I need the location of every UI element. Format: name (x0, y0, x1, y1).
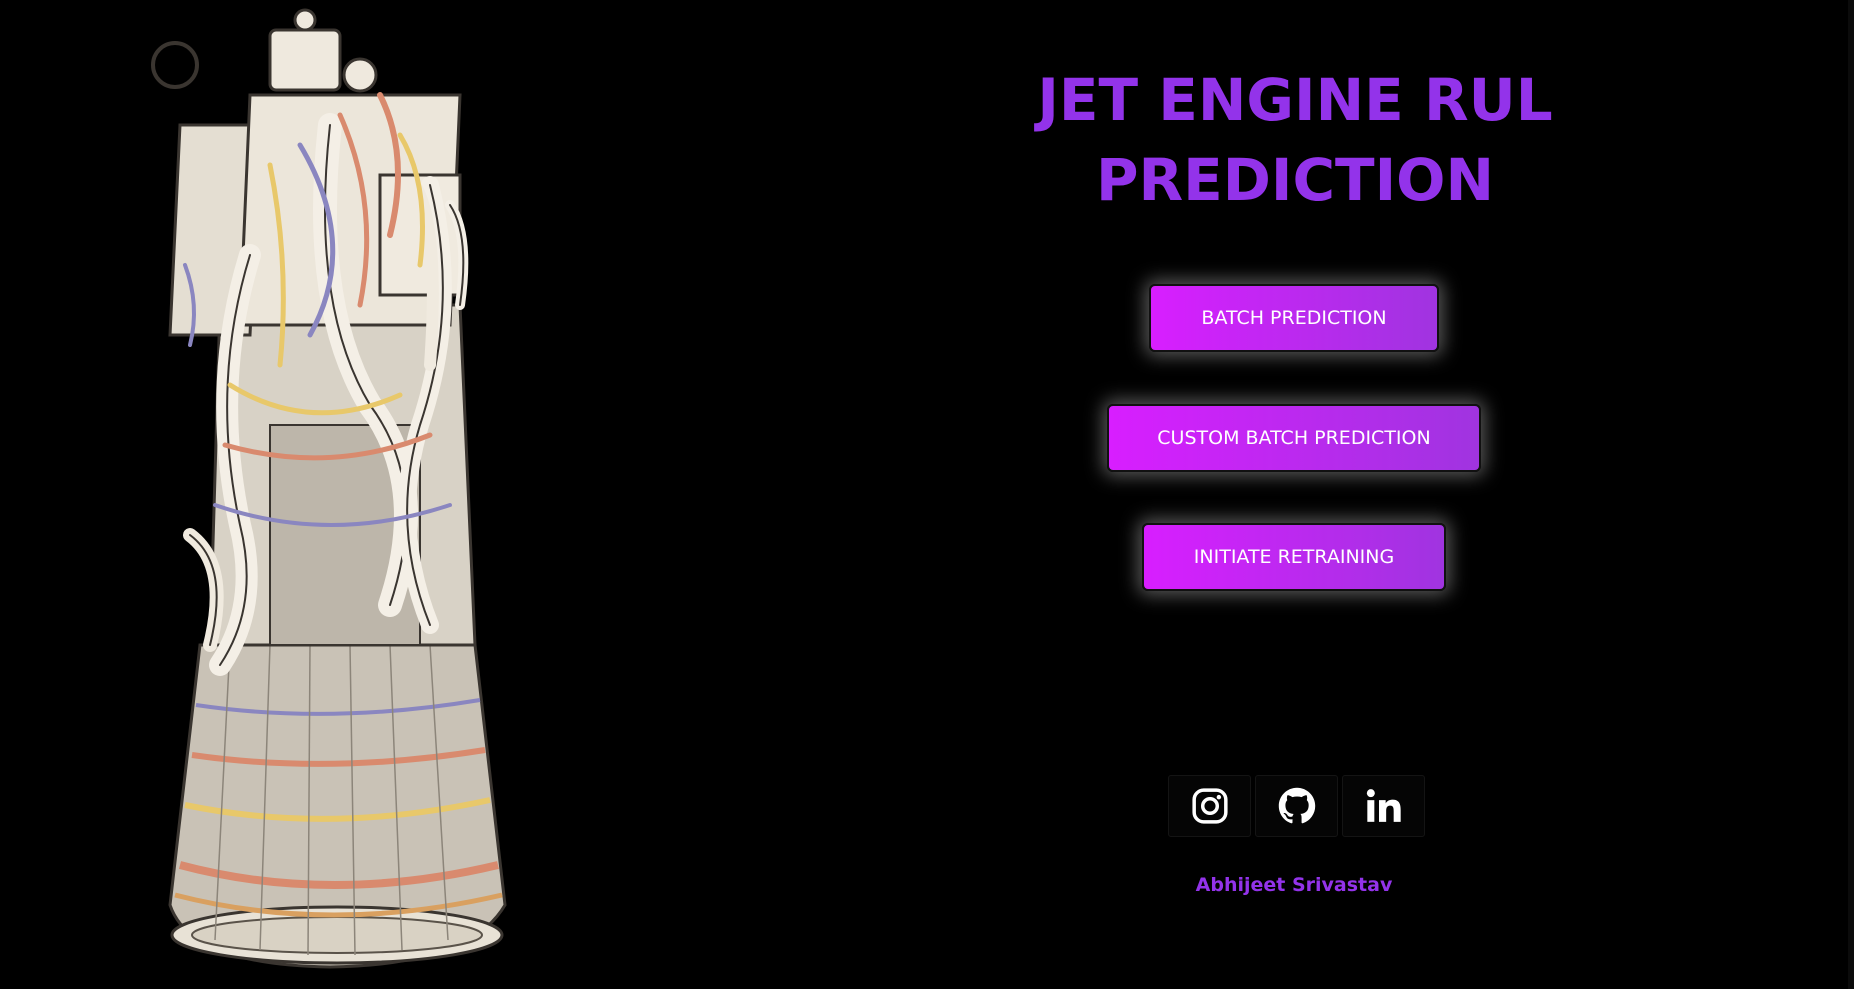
page-title: JET ENGINE RUL PREDICTION (1037, 66, 1553, 214)
instagram-link[interactable] (1168, 775, 1251, 837)
linkedin-link[interactable] (1342, 775, 1425, 837)
jet-engine-illustration (151, 8, 507, 969)
github-icon (1278, 787, 1315, 824)
github-link[interactable] (1255, 775, 1338, 837)
page: JET ENGINE RUL PREDICTION BATCH PREDICTI… (0, 0, 1854, 989)
batch-prediction-button[interactable]: BATCH PREDICTION (1149, 284, 1439, 352)
social-links (1168, 775, 1425, 837)
scrollbar-track (1848, 0, 1854, 989)
author-name: Abhijeet Srivastav (1195, 874, 1393, 896)
instagram-icon (1191, 788, 1228, 824)
custom-batch-prediction-button[interactable]: CUSTOM BATCH PREDICTION (1107, 404, 1481, 472)
initiate-retraining-button[interactable]: INITIATE RETRAINING (1142, 523, 1446, 591)
linkedin-icon (1366, 789, 1401, 822)
